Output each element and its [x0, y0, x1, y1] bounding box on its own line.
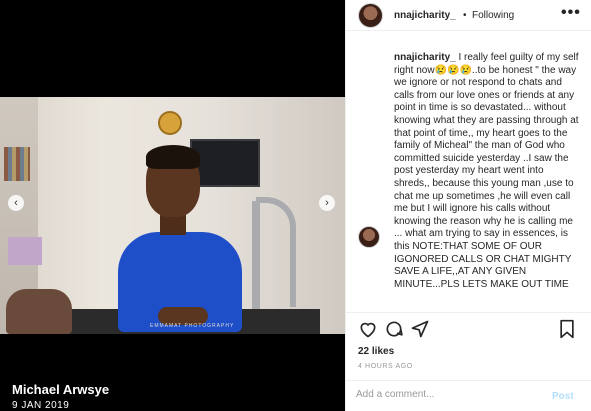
action-bar [346, 312, 591, 348]
comments-list[interactable]: nnajicharity_ I really feel guilty of my… [346, 32, 591, 312]
books [4, 147, 30, 181]
person-hair [146, 145, 200, 169]
television [190, 139, 260, 187]
next-arrow-icon[interactable]: › [319, 195, 335, 211]
photo-watermark: EMMAMAT PHOTOGRAPHY [150, 323, 235, 329]
media-panel: EMMAMAT PHOTOGRAPHY ‹ › Michael Arwsye 9… [0, 0, 345, 411]
comment-input[interactable] [356, 389, 536, 400]
comment-bubble-icon[interactable] [384, 319, 404, 344]
heart-icon[interactable] [358, 319, 378, 344]
comment-avatar[interactable] [358, 226, 380, 248]
share-icon[interactable] [410, 319, 430, 344]
post-header: nnajicharity_ • Following ••• [346, 0, 591, 31]
faucet [256, 197, 296, 307]
post-timestamp: 4 HOURS AGO [358, 363, 413, 370]
add-comment-bar: Post [346, 380, 591, 411]
separator-dot: • [463, 10, 467, 21]
more-options-icon[interactable]: ••• [561, 4, 581, 22]
comment: nnajicharity_ I really feel guilty of my… [394, 52, 580, 291]
caption-name: Michael Arwsye [12, 382, 110, 397]
faucet-stem [252, 201, 260, 311]
previous-arrow-icon[interactable]: ‹ [8, 195, 24, 211]
comment-username[interactable]: nnajicharity_ [394, 52, 456, 63]
likes-count[interactable]: 22 likes [358, 346, 394, 357]
caption-date: 9 JAN 2019 [12, 400, 70, 411]
bag [6, 289, 72, 334]
avatar[interactable] [358, 3, 383, 28]
wall-clock [158, 111, 182, 135]
comment-text: I really feel guilty of my self right no… [394, 52, 579, 290]
basket [8, 237, 42, 265]
post-sidebar: nnajicharity_ • Following ••• nnajichari… [345, 0, 591, 411]
post-button[interactable]: Post [552, 391, 574, 402]
following-button[interactable]: Following [472, 10, 514, 21]
header-username[interactable]: nnajicharity_ [394, 10, 456, 21]
post-photo[interactable]: EMMAMAT PHOTOGRAPHY ‹ › [0, 97, 345, 334]
bookmark-icon[interactable] [558, 319, 576, 344]
